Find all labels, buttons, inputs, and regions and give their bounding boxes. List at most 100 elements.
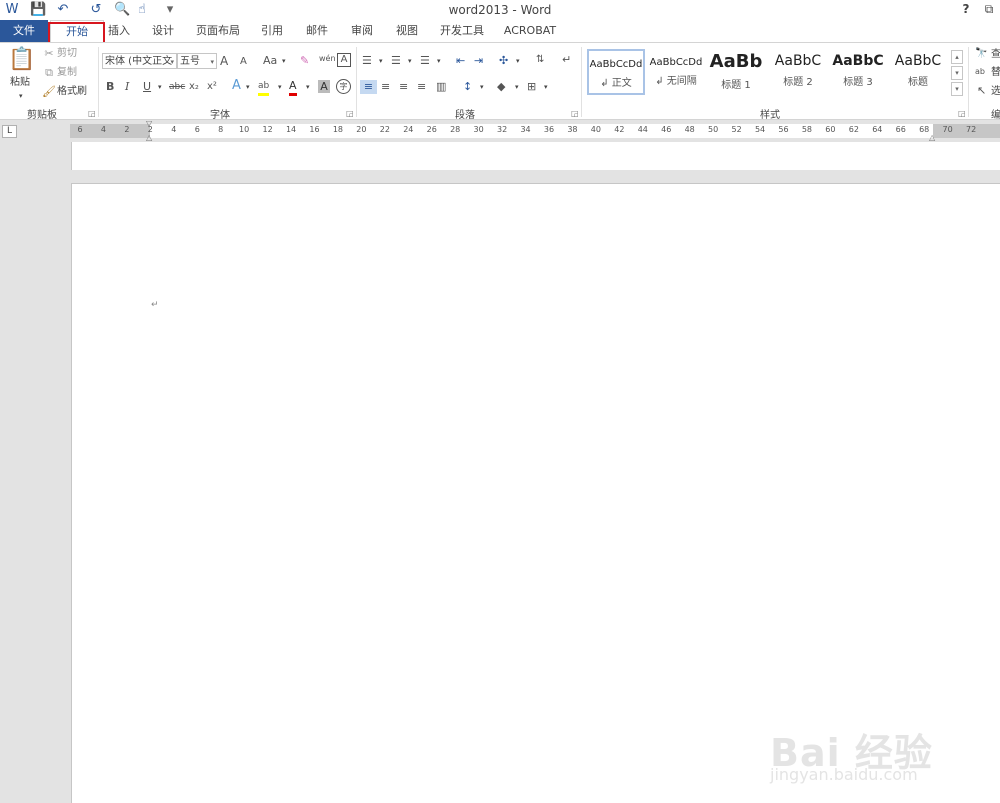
distributed-button[interactable]: ▥ xyxy=(436,80,446,94)
chinese-layout-icon[interactable]: ✣ xyxy=(499,54,508,68)
strikethrough-button[interactable]: abc xyxy=(169,80,185,94)
justify-button[interactable]: ≡ xyxy=(417,80,426,94)
copy-button[interactable]: 复制 xyxy=(57,66,77,80)
style-title[interactable]: AaBbC 标题 xyxy=(889,49,947,95)
shading-dropdown-icon[interactable]: ▾ xyxy=(515,80,519,94)
styles-launcher-icon[interactable]: ◲ xyxy=(958,109,966,118)
superscript-button[interactable]: x² xyxy=(207,80,217,94)
borders-icon[interactable]: ⊞ xyxy=(527,80,536,94)
bullets-icon[interactable]: ☰ xyxy=(362,54,372,68)
subscript-button[interactable]: x₂ xyxy=(189,80,199,94)
line-spacing-dropdown-icon[interactable]: ▾ xyxy=(480,80,484,94)
change-case-dropdown-icon[interactable]: ▾ xyxy=(282,54,286,68)
style-heading-3[interactable]: AaBbC 标题 3 xyxy=(829,49,887,95)
italic-button[interactable]: I xyxy=(125,80,129,94)
paste-dropdown-icon[interactable]: ▾ xyxy=(19,89,23,103)
sort-icon[interactable]: ⇅ xyxy=(536,53,544,67)
ribbon-display-options-icon[interactable]: ⧉ xyxy=(980,2,998,17)
help-button[interactable]: ? xyxy=(957,2,975,16)
line-spacing-icon[interactable]: ↕ xyxy=(463,80,472,94)
grow-font-icon[interactable]: A xyxy=(220,54,228,68)
style-normal[interactable]: AaBbCcDd ↲ 正文 xyxy=(587,49,645,95)
ruler-tick-label: 64 xyxy=(872,125,883,134)
hanging-indent-marker[interactable]: △ xyxy=(146,133,152,142)
copy-icon[interactable]: ⧉ xyxy=(42,66,56,80)
highlight-dropdown-icon[interactable]: ▾ xyxy=(278,80,282,94)
ribbon-tabs: 文件 开始 插入 设计 页面布局 引用 邮件 审阅 视图 开发工具 ACROBA… xyxy=(0,20,1000,43)
font-color-dropdown-icon[interactable]: ▾ xyxy=(306,80,310,94)
gallery-scroll-up-icon[interactable]: ▴ xyxy=(951,50,963,64)
font-name-combo[interactable]: 宋体 (中文正文 ▾ xyxy=(102,53,177,69)
cut-icon[interactable]: ✂ xyxy=(42,47,56,61)
find-button[interactable]: 查 xyxy=(991,48,1000,62)
font-group-label: 字体 xyxy=(210,110,230,121)
gallery-scroll-down-icon[interactable]: ▾ xyxy=(951,66,963,80)
right-indent-marker[interactable]: △ xyxy=(929,133,935,142)
multilevel-list-icon[interactable]: ☰ xyxy=(420,54,430,68)
bullets-dropdown-icon[interactable]: ▾ xyxy=(379,54,383,68)
chinese-layout-dropdown-icon[interactable]: ▾ xyxy=(516,54,520,68)
style-heading-1[interactable]: AaBb 标题 1 xyxy=(707,49,765,95)
text-effects-icon[interactable]: A xyxy=(232,79,241,93)
tab-insert[interactable]: 插入 xyxy=(102,20,136,42)
gallery-more-icon[interactable]: ▾ xyxy=(951,82,963,96)
font-color-icon[interactable]: A xyxy=(289,79,297,96)
change-case-icon[interactable]: Aa xyxy=(263,54,277,68)
phonetic-guide-icon[interactable]: wén xyxy=(319,52,336,66)
font-size-dropdown-icon[interactable]: ▾ xyxy=(210,54,214,68)
tab-view[interactable]: 视图 xyxy=(390,20,424,42)
paste-button[interactable]: 粘贴 xyxy=(10,76,30,90)
shrink-font-icon[interactable]: A xyxy=(240,55,247,69)
ruler-tick-label: 58 xyxy=(801,125,813,134)
shading-icon[interactable]: ◆ xyxy=(497,80,505,94)
underline-button[interactable]: U xyxy=(143,80,151,94)
enclose-characters-icon[interactable]: 字 xyxy=(336,79,351,94)
tab-page-layout[interactable]: 页面布局 xyxy=(192,20,244,42)
decrease-indent-icon[interactable]: ⇤ xyxy=(456,54,465,68)
tab-review[interactable]: 审阅 xyxy=(345,20,379,42)
numbering-icon[interactable]: ☰ xyxy=(391,54,401,68)
document-page[interactable] xyxy=(71,183,1000,803)
style-heading-2[interactable]: AaBbC 标题 2 xyxy=(769,49,827,95)
replace-icon[interactable]: ab xyxy=(975,65,985,79)
tab-developer[interactable]: 开发工具 xyxy=(434,20,490,42)
tab-acrobat[interactable]: ACROBAT xyxy=(500,20,560,42)
font-launcher-icon[interactable]: ◲ xyxy=(346,109,354,118)
text-effects-dropdown-icon[interactable]: ▾ xyxy=(246,80,250,94)
select-button[interactable]: 选 xyxy=(991,85,1000,99)
multilevel-dropdown-icon[interactable]: ▾ xyxy=(437,54,441,68)
font-size-combo[interactable]: 五号 ▾ xyxy=(177,53,217,69)
paragraph-launcher-icon[interactable]: ◲ xyxy=(571,109,579,118)
borders-dropdown-icon[interactable]: ▾ xyxy=(544,80,548,94)
align-right-button[interactable]: ≡ xyxy=(399,80,408,94)
find-icon[interactable]: 🔭 xyxy=(975,47,987,61)
underline-dropdown-icon[interactable]: ▾ xyxy=(158,80,162,94)
style-no-spacing[interactable]: AaBbCcDd ↲ 无间隔 xyxy=(647,49,705,95)
format-painter-button[interactable]: 格式刷 xyxy=(57,85,87,99)
tab-selector-icon[interactable]: L xyxy=(2,125,17,138)
clipboard-launcher-icon[interactable]: ◲ xyxy=(88,109,96,118)
window-title: word2013 - Word xyxy=(448,3,552,17)
increase-indent-icon[interactable]: ⇥ xyxy=(474,54,483,68)
first-line-indent-marker[interactable]: ▽ xyxy=(146,119,152,128)
align-left-button[interactable]: ≡ xyxy=(360,80,377,94)
align-center-button[interactable]: ≡ xyxy=(381,80,390,94)
replace-button[interactable]: 替 xyxy=(991,66,1000,80)
tab-file[interactable]: 文件 xyxy=(0,20,48,42)
numbering-dropdown-icon[interactable]: ▾ xyxy=(408,54,412,68)
tab-mailings[interactable]: 邮件 xyxy=(300,20,334,42)
highlight-color-icon[interactable]: ab xyxy=(258,79,270,96)
cut-button[interactable]: 剪切 xyxy=(57,47,77,61)
character-shading-icon[interactable]: A xyxy=(318,80,330,93)
tab-design[interactable]: 设计 xyxy=(145,20,181,42)
select-icon[interactable]: ↖ xyxy=(977,84,986,98)
ruler-tick-label: 48 xyxy=(684,125,695,134)
show-marks-icon[interactable]: ↵ xyxy=(562,53,571,67)
tab-references[interactable]: 引用 xyxy=(256,20,288,42)
format-painter-icon[interactable]: 🖌 xyxy=(42,85,56,99)
clear-formatting-icon[interactable]: ✎ xyxy=(300,54,309,68)
font-name-dropdown-icon[interactable]: ▾ xyxy=(170,54,174,68)
bold-button[interactable]: B xyxy=(106,80,114,94)
character-border-icon[interactable]: A xyxy=(337,53,351,67)
paste-icon[interactable]: 📋 xyxy=(8,47,35,73)
